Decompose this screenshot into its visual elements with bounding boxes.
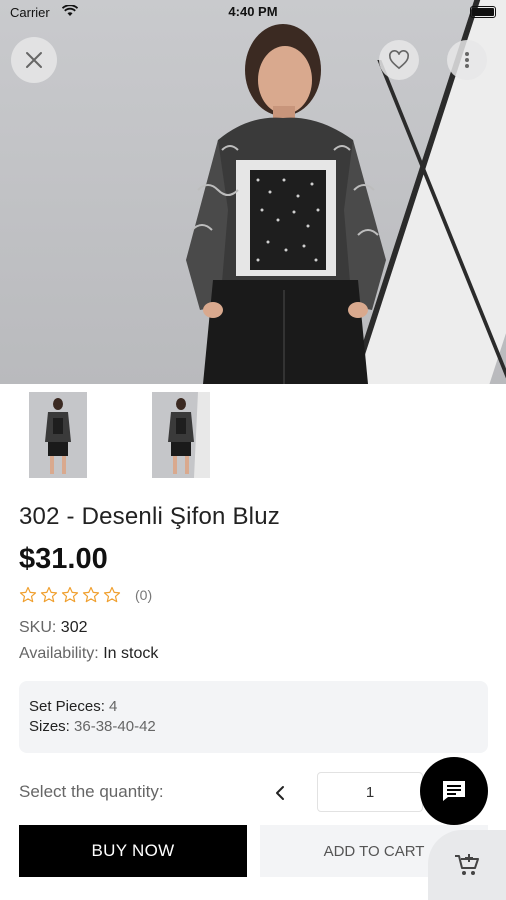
battery-icon [470, 6, 496, 18]
availability-value: In stock [103, 645, 159, 662]
product-title: 302 - Desenli Şifon Bluz [19, 503, 280, 530]
quantity-label: Select the quantity: [19, 782, 164, 801]
quantity-input[interactable]: 1 [317, 772, 423, 812]
set-pieces-label: Set Pieces: [29, 698, 105, 715]
favorite-button[interactable] [379, 40, 419, 80]
rating-stars[interactable]: (0) [19, 586, 152, 604]
more-options-button[interactable] [447, 40, 487, 80]
quantity-decrease-button[interactable] [266, 776, 294, 810]
rating-count: (0) [135, 587, 153, 603]
sku-row: SKU: 302 [19, 619, 88, 637]
cart-button[interactable] [428, 830, 506, 900]
thumbnail-image [29, 392, 87, 478]
status-bar: Carrier 4:40 PM [0, 0, 506, 26]
star-outline-icon [19, 586, 121, 603]
more-vertical-icon [465, 52, 469, 68]
sizes-label: Sizes: [29, 718, 70, 735]
thumbnail-2[interactable] [152, 392, 210, 478]
heart-icon [389, 50, 409, 70]
sizes-value: 36-38-40-42 [74, 718, 156, 735]
product-price: $31.00 [19, 543, 108, 575]
buy-now-button[interactable]: BUY NOW [19, 825, 247, 877]
sku-value: 302 [60, 619, 88, 636]
clock: 4:40 PM [228, 4, 278, 19]
thumbnail-1[interactable] [29, 392, 87, 478]
sizes-row: Sizes: 36-38-40-42 [29, 717, 478, 737]
close-icon [26, 52, 42, 68]
set-pieces-value: 4 [109, 698, 118, 715]
chat-icon [443, 781, 465, 801]
add-to-cart-icon [455, 854, 479, 875]
product-details-box: Set Pieces: 4 Sizes: 36-38-40-42 [19, 681, 488, 753]
availability-row: Availability: In stock [19, 645, 158, 663]
set-pieces-row: Set Pieces: 4 [29, 697, 478, 717]
model-photo [186, 24, 386, 384]
chevron-left-icon [276, 786, 284, 800]
chat-button[interactable] [420, 757, 488, 825]
thumbnail-image [152, 392, 210, 478]
product-image[interactable] [0, 0, 506, 384]
sku-label: SKU: [19, 619, 57, 636]
close-button[interactable] [11, 37, 57, 83]
availability-label: Availability: [19, 645, 99, 662]
